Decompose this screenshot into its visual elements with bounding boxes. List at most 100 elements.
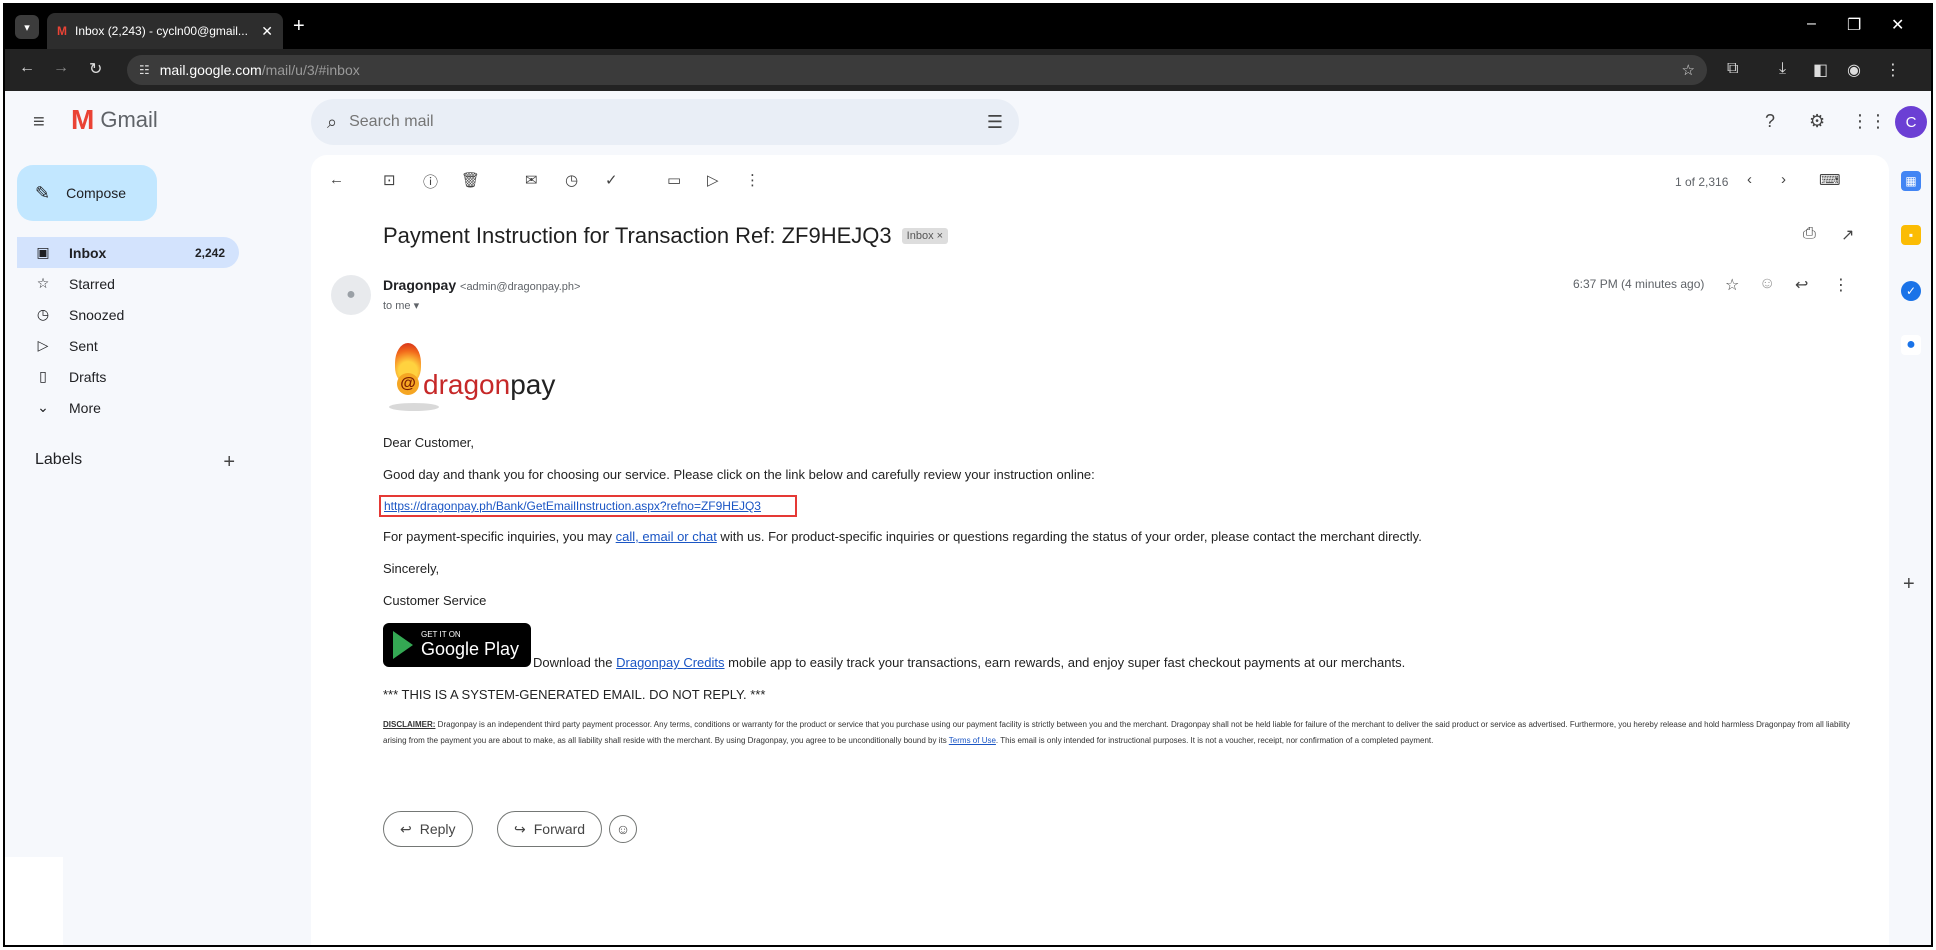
add-task-icon[interactable]: ✓ — [605, 171, 618, 189]
reply-icon[interactable]: ↩ — [1795, 275, 1808, 295]
get-addons-icon[interactable]: + — [1903, 573, 1915, 596]
search-options-icon[interactable]: ☰ — [987, 112, 1003, 133]
account-avatar[interactable]: C — [1895, 106, 1927, 138]
bookmark-star-icon[interactable]: ☆ — [1682, 61, 1695, 79]
more-options-icon[interactable]: ⋮ — [745, 171, 760, 189]
sidebar-item-drafts[interactable]: ▯ Drafts — [17, 361, 239, 392]
restore-icon[interactable]: ❐ — [1847, 15, 1861, 35]
emoji-react-icon[interactable]: ☺ — [1759, 275, 1775, 293]
disclaimer-text: DISCLAIMER: Dragonpay is an independent … — [383, 720, 1850, 745]
older-chevron-icon[interactable]: › — [1781, 171, 1786, 188]
report-spam-icon[interactable]: ⓘ — [423, 171, 438, 192]
settings-gear-icon[interactable]: ⚙ — [1809, 111, 1825, 132]
sidebar-item-label: Sent — [69, 337, 98, 354]
emoji-reaction-button[interactable]: ☺ — [609, 815, 637, 843]
gmail-product-name: Gmail — [100, 107, 158, 132]
logo-shadow — [389, 403, 439, 411]
contact-link[interactable]: call, email or chat — [616, 529, 717, 544]
terms-of-use-link[interactable]: Terms of Use — [949, 736, 996, 745]
google-play-badge[interactable]: GET IT ON Google Play — [383, 623, 531, 667]
draft-icon: ▯ — [39, 368, 47, 384]
tab-search-button[interactable]: ▾ — [15, 15, 39, 39]
forward-arrow-icon[interactable]: → — [53, 59, 69, 77]
reply-arrow-icon: ↩ — [400, 820, 412, 837]
new-tab-button[interactable]: + — [293, 15, 305, 37]
instruction-link[interactable]: https://dragonpay.ph/Bank/GetEmailInstru… — [384, 499, 761, 513]
url-text: mail.google.com/mail/u/3/#inbox — [159, 62, 360, 78]
minimize-icon[interactable]: – — [1807, 15, 1816, 33]
sidebar-item-starred[interactable]: ☆ Starred — [17, 268, 239, 299]
contacts-icon[interactable]: ● — [1901, 335, 1921, 355]
forward-label: Forward — [533, 821, 586, 837]
download-icon[interactable]: ⤓ — [1779, 60, 1786, 78]
intro-text: Good day and thank you for choosing our … — [383, 467, 1095, 482]
recipient-toggle[interactable]: to me ▾ — [383, 299, 419, 312]
open-new-window-icon[interactable]: ↗ — [1841, 225, 1854, 245]
clock-icon: ◷ — [36, 306, 50, 322]
gmail-m-icon: M — [71, 104, 95, 135]
chrome-menu-icon[interactable]: ⋮ — [1885, 60, 1901, 80]
sidebar-blank-area — [5, 857, 63, 945]
message-time: 6:37 PM (4 minutes ago) — [1573, 277, 1705, 291]
reply-button[interactable]: ↩ Reply — [383, 811, 473, 847]
compose-button[interactable]: ✎ Compose — [17, 165, 157, 221]
pencil-icon: ✎ — [35, 182, 51, 203]
message-more-icon[interactable]: ⋮ — [1833, 275, 1849, 295]
chevron-down-icon: ⌄ — [37, 399, 49, 415]
gplay-small-text: GET IT ON — [421, 630, 461, 639]
system-notice: *** THIS IS A SYSTEM-GENERATED EMAIL. DO… — [383, 687, 766, 702]
inbox-label-chip[interactable]: Inbox × — [901, 228, 949, 244]
search-input[interactable] — [349, 113, 975, 131]
back-arrow-icon[interactable]: ← — [19, 59, 35, 77]
back-to-inbox-icon[interactable]: ← — [329, 171, 344, 188]
tasks-icon[interactable]: ✓ — [1901, 281, 1921, 301]
browser-toolbar: ← → ↻ ☷ mail.google.com/mail/u/3/#inbox … — [5, 49, 1931, 91]
keep-icon[interactable]: ▪ — [1901, 225, 1921, 245]
snooze-icon[interactable]: ◷ — [565, 171, 578, 189]
side-panel-icon[interactable]: ◧ — [1813, 60, 1828, 80]
reload-icon[interactable]: ↻ — [89, 59, 102, 79]
label-icon[interactable]: ▷ — [707, 171, 719, 189]
sidebar-item-label: Drafts — [69, 368, 107, 385]
inquiry-text: For payment-specific inquiries, you may … — [383, 529, 1422, 544]
input-tools-icon[interactable]: ⌨ — [1819, 171, 1841, 189]
add-label-icon[interactable]: + — [223, 451, 235, 474]
archive-icon[interactable]: ⊡ — [383, 171, 396, 189]
newer-chevron-icon[interactable]: ‹ — [1747, 171, 1752, 188]
move-to-icon[interactable]: ▭ — [667, 171, 681, 189]
extensions-icon[interactable]: ⧉ — [1727, 60, 1738, 78]
dragonpay-logo: @ dragonpay — [383, 339, 563, 419]
dragonpay-credits-link[interactable]: Dragonpay Credits — [616, 655, 724, 670]
gmail-logo[interactable]: M Gmail — [71, 104, 158, 135]
calendar-icon[interactable]: ▦ — [1901, 171, 1921, 191]
forward-arrow-icon: ↪ — [514, 820, 526, 837]
star-message-icon[interactable]: ☆ — [1725, 275, 1739, 295]
mark-unread-icon[interactable]: ✉ — [525, 171, 538, 189]
delete-icon[interactable]: 🗑 — [461, 171, 480, 189]
main-menu-icon[interactable]: ≡ — [33, 111, 45, 134]
sender-name[interactable]: Dragonpay — [383, 277, 456, 293]
site-info-icon[interactable]: ☷ — [139, 63, 150, 77]
tab-close-icon[interactable]: ✕ — [261, 23, 273, 40]
window-close-icon[interactable]: ✕ — [1891, 15, 1904, 35]
inbox-icon: ▣ — [36, 244, 50, 260]
sidebar-item-label: More — [69, 399, 101, 416]
address-bar[interactable]: ☷ mail.google.com/mail/u/3/#inbox ☆ — [127, 55, 1707, 85]
profile-icon[interactable]: ◉ — [1847, 60, 1861, 80]
sidebar-item-snoozed[interactable]: ◷ Snoozed — [17, 299, 239, 330]
sidebar-item-label: Starred — [69, 275, 115, 292]
browser-tab[interactable]: M Inbox (2,243) - cycln00@gmail... ✕ — [47, 13, 283, 49]
help-icon[interactable]: ? — [1765, 111, 1775, 132]
apps-grid-icon[interactable]: ⋮⋮ — [1851, 111, 1887, 132]
sidebar-item-inbox[interactable]: ▣ Inbox 2,242 — [17, 237, 239, 268]
sender-info: Dragonpay <admin@dragonpay.ph> — [383, 277, 580, 293]
play-store-icon — [393, 631, 413, 659]
gplay-big-text: Google Play — [421, 639, 520, 659]
sidebar-item-sent[interactable]: ▷ Sent — [17, 330, 239, 361]
forward-button[interactable]: ↪ Forward — [497, 811, 603, 847]
print-icon[interactable]: ⎙ — [1803, 225, 1816, 243]
search-icon[interactable]: ⌕ — [327, 112, 337, 133]
browser-window: ▾ M Inbox (2,243) - cycln00@gmail... ✕ +… — [3, 3, 1933, 947]
sidebar-item-more[interactable]: ⌄ More — [17, 392, 239, 423]
search-bar[interactable]: ⌕ ☰ — [311, 99, 1019, 145]
